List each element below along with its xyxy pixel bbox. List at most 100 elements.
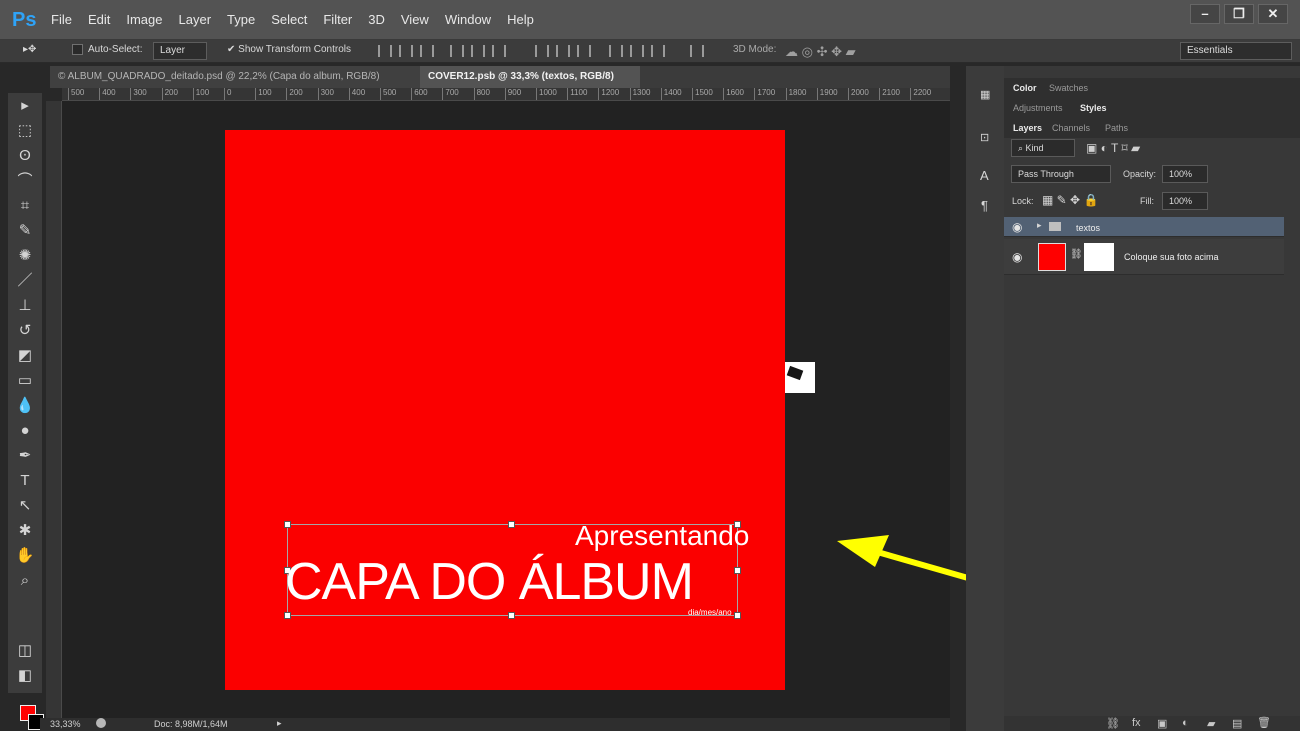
workspace-select[interactable]: Essentials xyxy=(1180,42,1292,60)
quick-mask-icon[interactable]: ◫ xyxy=(13,640,37,662)
crop-tool-icon[interactable]: ⌗ xyxy=(13,195,37,217)
transform-handle-bottom-right[interactable] xyxy=(734,612,741,619)
album-title-text[interactable]: CAPA DO ÁLBUM xyxy=(285,552,694,612)
screen-mode-icon[interactable]: ◧ xyxy=(13,665,37,687)
transform-handle-top-left[interactable] xyxy=(284,521,291,528)
distribute-right-icon[interactable] xyxy=(651,45,665,57)
tab-layers[interactable]: Layers xyxy=(1013,123,1042,133)
menu-help[interactable]: Help xyxy=(507,12,534,27)
delete-layer-icon[interactable]: 🗑 xyxy=(1257,716,1271,729)
brush-tool-icon[interactable]: ／ xyxy=(13,270,37,292)
new-group-icon[interactable]: ▰ xyxy=(1207,717,1215,730)
menu-file[interactable]: File xyxy=(51,12,72,27)
presenting-text[interactable]: Apresentando xyxy=(575,520,749,552)
distribute-bottom-icon[interactable] xyxy=(577,45,591,57)
blur-tool-icon[interactable]: 💧 xyxy=(13,395,37,417)
transform-handle-bottom-left[interactable] xyxy=(284,612,291,619)
eyedropper-tool-icon[interactable]: ✎ xyxy=(13,220,37,242)
character-panel-icon[interactable]: A xyxy=(980,168,989,183)
adjustment-layer-icon[interactable]: ◐ xyxy=(1182,717,1189,729)
auto-align-icon[interactable] xyxy=(690,45,704,57)
paragraph-panel-icon[interactable]: ¶ xyxy=(981,198,988,213)
menu-layer[interactable]: Layer xyxy=(179,12,212,27)
align-right-icon[interactable] xyxy=(492,45,506,57)
align-bottom-icon[interactable] xyxy=(420,45,434,57)
date-text[interactable]: dia/mes/ano xyxy=(688,608,732,617)
kind-filter-select[interactable]: ⌕ Kind xyxy=(1011,139,1075,157)
tab-adjustments[interactable]: Adjustments xyxy=(1013,103,1063,113)
pen-tool-icon[interactable]: ✒ xyxy=(13,445,37,467)
layer-filter-icons[interactable]: ▣ ◐ T ⌑ ▰ xyxy=(1086,141,1140,155)
auto-select-check-icon[interactable] xyxy=(72,44,83,55)
distribute-top-icon[interactable] xyxy=(535,45,549,57)
folder-expand-icon[interactable]: ▸ xyxy=(1037,220,1042,231)
lasso-tool-icon[interactable]: ʘ xyxy=(13,145,37,167)
layer-row-textos[interactable]: ◉ ▸ textos xyxy=(1004,217,1284,237)
distribute-middle-icon[interactable] xyxy=(556,45,570,57)
status-menu-arrow-icon[interactable]: ▸ xyxy=(277,718,282,729)
add-mask-icon[interactable]: ▣ xyxy=(1157,717,1167,730)
menu-3d[interactable]: 3D xyxy=(368,12,385,27)
link-layers-icon[interactable]: ⛓ xyxy=(1106,717,1120,730)
visibility-eye-icon[interactable]: ◉ xyxy=(1012,220,1022,234)
align-middle-icon[interactable] xyxy=(399,45,413,57)
lock-icons[interactable]: ▦ ✎ ✥ 🔒 xyxy=(1042,193,1098,207)
dodge-tool-icon[interactable]: ● xyxy=(13,420,37,442)
tab-styles[interactable]: Styles xyxy=(1080,103,1107,113)
healing-brush-tool-icon[interactable]: ✺ xyxy=(13,245,37,267)
menu-edit[interactable]: Edit xyxy=(88,12,110,27)
clone-stamp-tool-icon[interactable]: ⊥ xyxy=(13,295,37,317)
tab-channels[interactable]: Channels xyxy=(1052,123,1090,133)
menu-window[interactable]: Window xyxy=(445,12,491,27)
hand-tool-icon[interactable]: ✋ xyxy=(13,545,37,567)
align-top-icon[interactable] xyxy=(378,45,392,57)
move-tool-icon[interactable]: ▸ xyxy=(13,95,37,117)
transform-handle-top-center[interactable] xyxy=(508,521,515,528)
marquee-tool-icon[interactable]: ⬚ xyxy=(13,120,37,142)
path-selection-tool-icon[interactable]: ↖ xyxy=(13,495,37,517)
move-tool-icon[interactable]: ▸✥ xyxy=(23,44,36,55)
blend-mode-select[interactable]: Pass Through xyxy=(1011,165,1111,183)
tab-swatches[interactable]: Swatches xyxy=(1049,83,1088,93)
auto-select-checkbox[interactable]: Auto-Select: xyxy=(72,44,142,55)
distribute-left-icon[interactable] xyxy=(609,45,623,57)
transform-handle-bottom-center[interactable] xyxy=(508,612,515,619)
restore-button[interactable]: ❐ xyxy=(1224,4,1254,24)
fill-field[interactable]: 100% xyxy=(1162,192,1208,210)
gradient-tool-icon[interactable]: ▭ xyxy=(13,370,37,392)
tab-paths[interactable]: Paths xyxy=(1105,123,1128,133)
type-tool-icon[interactable]: T xyxy=(13,470,37,492)
quick-select-tool-icon[interactable]: ⌒ xyxy=(13,170,37,192)
history-panel-icon[interactable]: ▦ xyxy=(980,88,990,101)
layer-row-photo[interactable]: ◉ ⛓ Coloque sua foto acima xyxy=(1004,239,1284,275)
tab-cover12[interactable]: COVER12.psb @ 33,3% (textos, RGB/8) xyxy=(420,66,640,88)
distribute-center-icon[interactable] xyxy=(630,45,644,57)
tab-color[interactable]: Color xyxy=(1013,83,1037,93)
close-button[interactable]: ✕ xyxy=(1258,4,1288,24)
new-layer-icon[interactable]: ▤ xyxy=(1232,717,1242,730)
history-brush-tool-icon[interactable]: ↺ xyxy=(13,320,37,342)
menu-image[interactable]: Image xyxy=(126,12,162,27)
layer-link-icon[interactable]: ⛓ xyxy=(1070,249,1083,260)
shape-tool-icon[interactable]: ✱ xyxy=(13,520,37,542)
zoom-level[interactable]: 33,33% xyxy=(50,719,81,729)
show-transform-checkbox[interactable]: ✔ Show Transform Controls xyxy=(227,44,351,55)
3d-rotate-icon[interactable]: ☁ ◎ ✣ ✥ ▰ xyxy=(785,44,856,60)
align-center-icon[interactable] xyxy=(471,45,485,57)
layer-style-icon[interactable]: fx xyxy=(1132,717,1141,729)
menu-select[interactable]: Select xyxy=(271,12,307,27)
tab-album-quadrado[interactable]: © ALBUM_QUADRADO_deitado.psd @ 22,2% (Ca… xyxy=(50,66,420,88)
minimize-button[interactable]: – xyxy=(1190,4,1220,24)
eraser-tool-icon[interactable]: ◩ xyxy=(13,345,37,367)
status-info-icon[interactable] xyxy=(96,718,106,728)
align-left-icon[interactable] xyxy=(450,45,464,57)
menu-filter[interactable]: Filter xyxy=(323,12,352,27)
properties-panel-icon[interactable]: ⊡ xyxy=(980,131,989,144)
layer-select[interactable]: Layer xyxy=(153,42,207,60)
opacity-field[interactable]: 100% xyxy=(1162,165,1208,183)
visibility-eye-icon[interactable]: ◉ xyxy=(1012,250,1022,264)
transform-handle-middle-right[interactable] xyxy=(734,567,741,574)
menu-view[interactable]: View xyxy=(401,12,429,27)
zoom-tool-icon[interactable]: ⌕ xyxy=(13,570,37,592)
menu-type[interactable]: Type xyxy=(227,12,255,27)
